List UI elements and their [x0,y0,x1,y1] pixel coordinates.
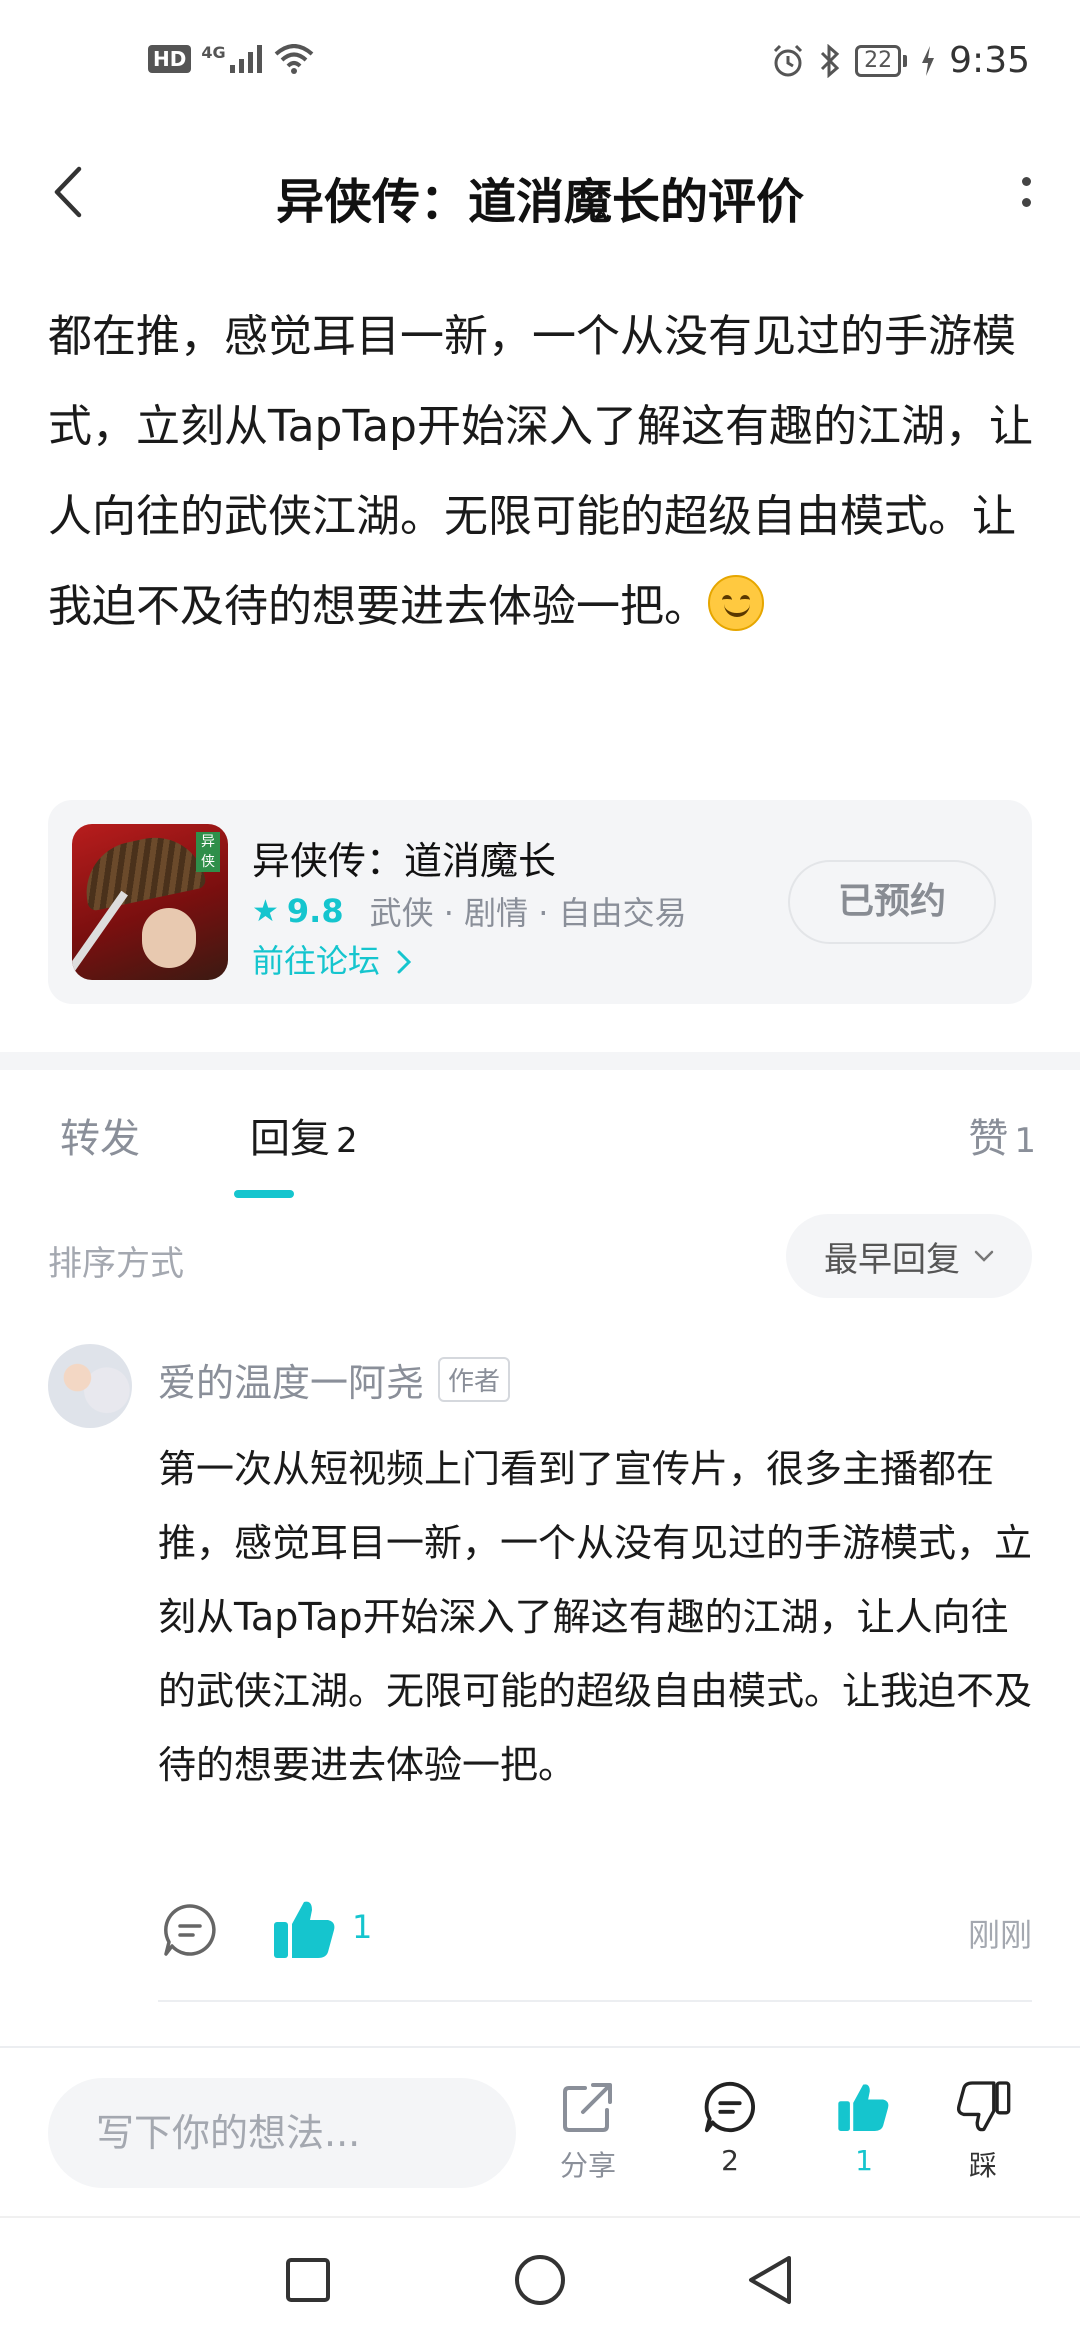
circle-icon [515,2255,565,2305]
like-count: 1 [855,2144,873,2177]
tab-likes-count: 1 [1014,1121,1036,1161]
star-icon: ★ [252,893,279,929]
tab-reply[interactable]: 回复 2 [250,1106,358,1164]
like-button[interactable]: 1 [819,2078,909,2177]
tab-likes-label: 赞 [968,1116,1009,1162]
sort-dropdown[interactable]: 最早回复 [786,1214,1032,1298]
comment-username[interactable]: 爱的温度一阿尧 [158,1352,424,1407]
game-tags: 武侠 · 剧情 · 自由交易 [369,894,687,932]
dislike-button[interactable]: 踩 [938,2078,1028,2184]
game-card[interactable]: 异侠 异侠传：道消魔长 ★ 9.8 武侠 · 剧情 · 自由交易 前往论坛 已预… [48,800,1032,1004]
tab-forward[interactable]: 转发 [60,1106,140,1164]
more-vertical-icon[interactable] [998,160,1054,224]
sort-selected: 最早回复 [824,1239,960,1280]
game-meta: ★ 9.8 武侠 · 剧情 · 自由交易 [252,888,687,934]
tab-forward-label: 转发 [60,1116,140,1162]
hd-badge: HD [148,45,192,73]
status-bar: HD 4G 22 9:35 [0,0,1080,132]
tab-reply-count: 2 [336,1121,358,1161]
status-right: 22 9:35 [771,40,1030,81]
chevron-right-icon [397,950,412,974]
recent-apps-button[interactable] [278,2250,338,2310]
chevron-down-icon [974,1250,994,1262]
tab-likes[interactable]: 赞1 [968,1106,1036,1164]
review-text: 都在推，感觉耳目一新，一个从没有见过的手游模式，立刻从TapTap开始深入了解这… [48,311,1033,632]
alarm-icon [774,44,803,76]
page-title: 异侠传：道消魔长的评价 [275,174,804,230]
comment-icon [704,2081,756,2133]
comment-time: 刚刚 [967,1916,1032,1954]
game-rating: 9.8 [286,892,344,930]
page-header: 异侠传：道消魔长的评价 [0,132,1080,252]
comments-button[interactable]: 2 [685,2078,775,2177]
forum-link[interactable]: 前往论坛 [252,936,412,982]
home-button[interactable] [510,2250,570,2310]
thumbs-up-icon[interactable] [270,1896,340,1966]
share-button[interactable]: 分享 [543,2078,633,2184]
triangle-back-icon [749,2256,791,2304]
network-type: 4G [201,42,226,62]
tab-reply-label: 回复 [250,1116,330,1162]
comment-header: 爱的温度一阿尧 作者 [158,1352,511,1407]
status-left: HD 4G [148,42,314,74]
dislike-label: 踩 [968,2149,997,2182]
status-time: 9:35 [949,40,1030,81]
sort-label: 排序方式 [48,1244,184,1284]
game-name[interactable]: 异侠传：道消魔长 [252,830,556,885]
system-nav-bar [0,2216,1080,2340]
tab-active-indicator [234,1190,294,1198]
author-badge: 作者 [438,1357,511,1402]
game-cover[interactable]: 异侠 [72,824,228,980]
system-back-button[interactable] [740,2250,800,2310]
avatar[interactable] [48,1344,132,1428]
battery-icon: 22 [855,44,908,77]
comment-like-count: 1 [352,1908,373,1946]
thumbs-up-icon [838,2084,889,2132]
thumbs-down-icon [957,2081,1011,2132]
share-icon [563,2083,612,2132]
charging-icon [922,45,935,76]
bluetooth-icon [821,43,840,78]
comment-input[interactable]: 写下你的想法... [48,2078,516,2188]
review-content: 都在推，感觉耳目一新，一个从没有见过的手游模式，立刻从TapTap开始深入了解这… [48,292,1038,652]
battery-level: 22 [855,44,902,77]
share-label: 分享 [559,2149,616,2182]
reserved-button[interactable]: 已预约 [788,860,996,944]
forum-link-label: 前往论坛 [252,942,381,980]
wifi-icon [274,44,313,74]
reply-icon[interactable] [160,1900,220,1964]
section-divider [0,1052,1080,1070]
signal-icon [229,45,262,73]
comments-count: 2 [721,2144,739,2177]
smile-emoji-icon [708,575,764,631]
bottom-action-bar: 写下你的想法... 分享 2 1 踩 [0,2046,1080,2216]
tab-bar: 转发 回复 2 赞1 [0,1106,1080,1202]
comment-actions: 1 刚刚 [158,1896,1032,1968]
comment-divider [158,2000,1032,2002]
comment-text: 第一次从短视频上门看到了宣传片，很多主播都在推，感觉耳目一新，一个从没有见过的手… [158,1447,1033,1787]
square-icon [286,2258,330,2302]
